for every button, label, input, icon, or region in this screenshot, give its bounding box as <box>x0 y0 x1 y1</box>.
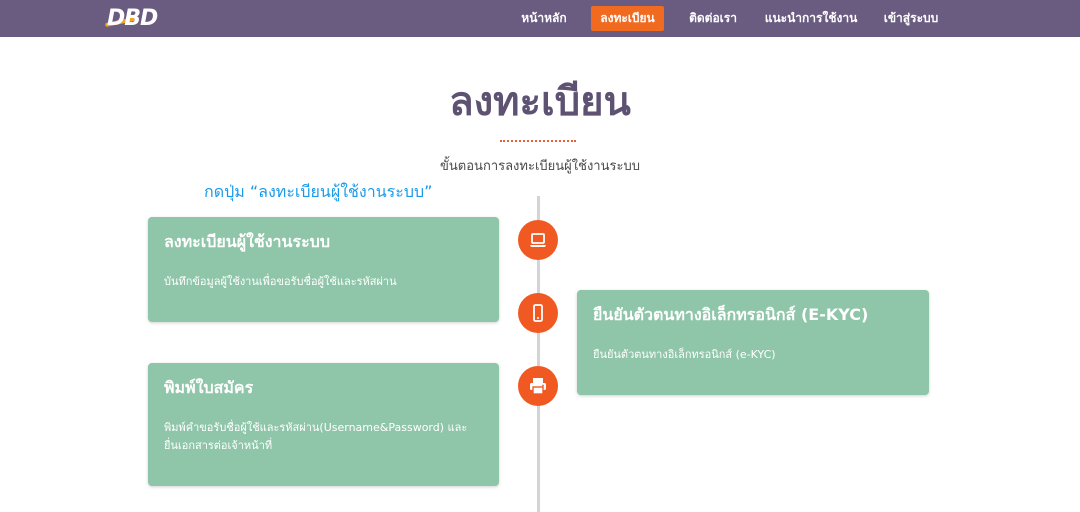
step-card-description: บันทึกข้อมูลผู้ใช้งานเพื่อขอรับชื่อผู้ใช… <box>164 275 397 288</box>
step-card-description: ยืนยันตัวตนทางอิเล็กทรอนิกส์ (e-KYC) <box>593 348 776 361</box>
page-title: ลงทะเบียน <box>449 79 631 125</box>
step-1-marker <box>518 220 558 260</box>
step-card-description-line: ยื่นเอกสารต่อเจ้าหน้าที่ <box>164 439 273 452</box>
step-card-title: ยืนยันตัวตนทางอิเล็กทรอนิกส์ (E-KYC) <box>593 305 869 324</box>
nav-item-contact[interactable]: ติดต่อเรา <box>680 6 746 31</box>
register-hint-text: กดปุ่ม “ลงทะเบียนผู้ใช้งานระบบ” <box>204 182 433 201</box>
step-card-ekyc[interactable]: ยืนยันตัวตนทางอิเล็กทรอนิกส์ (E-KYC) ยืน… <box>577 290 929 395</box>
step-card-title: ลงทะเบียนผู้ใช้งานระบบ <box>164 232 330 251</box>
nav-item-login[interactable]: เข้าสู่ระบบ <box>876 6 946 31</box>
step-card-description-line: พิมพ์คำขอรับชื่อผู้ใช้และรหัสผ่าน(Userna… <box>164 421 468 434</box>
nav-item-home[interactable]: หน้าหลัก <box>512 6 576 31</box>
mobile-phone-icon <box>533 304 543 322</box>
step-card-print-application[interactable]: พิมพ์ใบสมัคร พิมพ์คำขอรับชื่อผู้ใช้และรห… <box>148 363 499 486</box>
page-subtitle: ขั้นตอนการลงทะเบียนผู้ใช้งานระบบ <box>440 159 640 174</box>
step-card-description: พิมพ์คำขอรับชื่อผู้ใช้และรหัสผ่าน(Userna… <box>164 419 483 455</box>
step-card-register[interactable]: ลงทะเบียนผู้ใช้งานระบบ บันทึกข้อมูลผู้ใช… <box>148 217 499 322</box>
step-card-title: พิมพ์ใบสมัคร <box>164 378 254 397</box>
laptop-icon <box>530 233 546 247</box>
title-underline-divider <box>500 140 576 142</box>
top-navbar: DBD หน้าหลัก ลงทะเบียน ติดต่อเรา แนะนำกา… <box>0 0 1080 37</box>
step-3-marker <box>518 366 558 406</box>
printer-icon <box>530 378 546 395</box>
logo-text: DBD <box>107 6 158 31</box>
nav-item-guide[interactable]: แนะนำการใช้งาน <box>762 6 860 31</box>
nav-item-register[interactable]: ลงทะเบียน <box>591 6 664 31</box>
dbd-logo[interactable]: DBD <box>104 6 158 31</box>
step-2-marker <box>518 293 558 333</box>
